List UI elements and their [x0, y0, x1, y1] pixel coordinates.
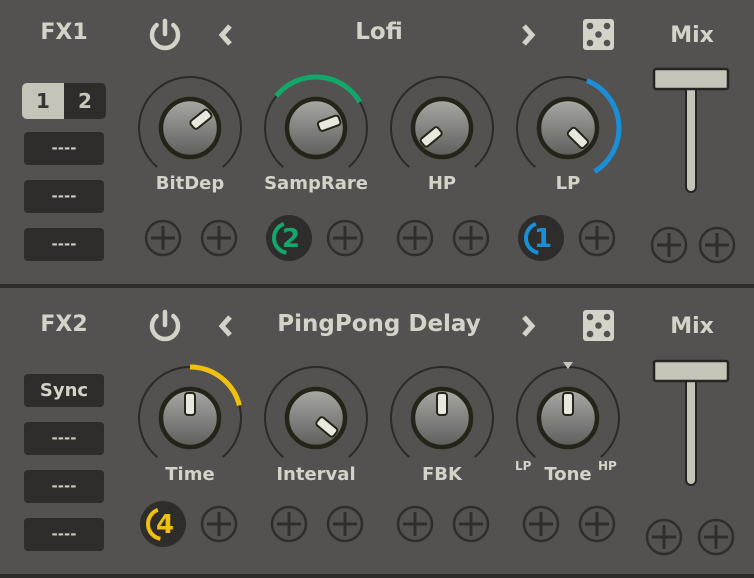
- fx2-preset-name[interactable]: PingPong Delay: [259, 311, 499, 337]
- fx1-next-preset-icon[interactable]: [518, 23, 538, 47]
- section-divider: [0, 284, 754, 288]
- knob-label: BitDep: [155, 173, 225, 194]
- add-modulation-button[interactable]: [395, 504, 435, 544]
- fx1-mix-add-modulation-button[interactable]: [649, 225, 689, 265]
- fx2-slot[interactable]: ----: [24, 422, 104, 455]
- tone-left-label: LP: [515, 459, 532, 473]
- add-modulation-button[interactable]: [269, 504, 309, 544]
- knob-hp[interactable]: [382, 68, 502, 188]
- fx1-label: FX1: [40, 20, 88, 45]
- knob-label: SampRare: [264, 173, 368, 194]
- fx1-randomize-dice-icon[interactable]: [583, 19, 615, 51]
- modulation-badge[interactable]: 2: [265, 214, 313, 262]
- fx2-slot[interactable]: ----: [24, 518, 104, 551]
- fx2-mix-add-modulation-button[interactable]: [696, 517, 736, 557]
- add-modulation-button[interactable]: [577, 218, 617, 258]
- add-modulation-button[interactable]: [143, 218, 183, 258]
- knob-label: Interval: [276, 464, 356, 485]
- fx1-page-toggle[interactable]: 1 2: [22, 83, 106, 119]
- fx1-prev-preset-icon[interactable]: [216, 23, 236, 47]
- fx2-prev-preset-icon[interactable]: [216, 314, 236, 338]
- fx1-power-icon[interactable]: [148, 18, 182, 52]
- fx1-slot[interactable]: ----: [24, 132, 104, 165]
- modulation-slot-number: 1: [534, 224, 552, 254]
- tone-right-label: HP: [598, 459, 617, 473]
- knob-bitdep[interactable]: [130, 68, 250, 188]
- knob-label: LP: [555, 173, 581, 194]
- fx2-sync-button[interactable]: Sync: [24, 374, 104, 407]
- knob-fbk[interactable]: [382, 358, 502, 478]
- add-modulation-button[interactable]: [199, 218, 239, 258]
- fx1-slot[interactable]: ----: [24, 180, 104, 213]
- knob-samprare[interactable]: [256, 68, 376, 188]
- modulation-badge[interactable]: 1: [517, 214, 565, 262]
- fx2-mix-slider[interactable]: [652, 359, 730, 487]
- knob-lp[interactable]: [508, 68, 628, 188]
- knob-label: FBK: [422, 464, 462, 485]
- fx2-mix-add-modulation-button[interactable]: [644, 517, 684, 557]
- add-modulation-button[interactable]: [325, 218, 365, 258]
- add-modulation-button[interactable]: [395, 218, 435, 258]
- modulation-badge[interactable]: 4: [139, 500, 187, 548]
- fx2-randomize-dice-icon[interactable]: [583, 310, 615, 342]
- add-modulation-button[interactable]: [199, 504, 239, 544]
- modulation-slot-number: 4: [156, 510, 174, 540]
- add-modulation-button[interactable]: [521, 504, 561, 544]
- fx2-label: FX2: [40, 312, 88, 337]
- fx2-next-preset-icon[interactable]: [518, 314, 538, 338]
- fx1-mix-label: Mix: [670, 23, 714, 48]
- knob-time[interactable]: [130, 358, 250, 478]
- add-modulation-button[interactable]: [451, 504, 491, 544]
- knob-label: HP: [427, 173, 457, 194]
- knob-interval[interactable]: [256, 358, 376, 478]
- fx1-slot[interactable]: ----: [24, 228, 104, 261]
- fx2-power-icon[interactable]: [148, 309, 182, 343]
- fx1-mix-add-modulation-button[interactable]: [697, 225, 737, 265]
- fx1-mix-slider[interactable]: [652, 67, 730, 194]
- page-tab-2[interactable]: 2: [64, 83, 106, 119]
- add-modulation-button[interactable]: [577, 504, 617, 544]
- add-modulation-button[interactable]: [325, 504, 365, 544]
- page-tab-1[interactable]: 1: [22, 83, 64, 119]
- fx2-slot[interactable]: ----: [24, 470, 104, 503]
- knob-label: Time: [165, 464, 215, 485]
- modulation-slot-number: 2: [282, 224, 300, 254]
- fx1-preset-name[interactable]: Lofi: [259, 19, 499, 45]
- bottom-border: [0, 574, 754, 578]
- add-modulation-button[interactable]: [451, 218, 491, 258]
- fx2-mix-label: Mix: [670, 314, 714, 339]
